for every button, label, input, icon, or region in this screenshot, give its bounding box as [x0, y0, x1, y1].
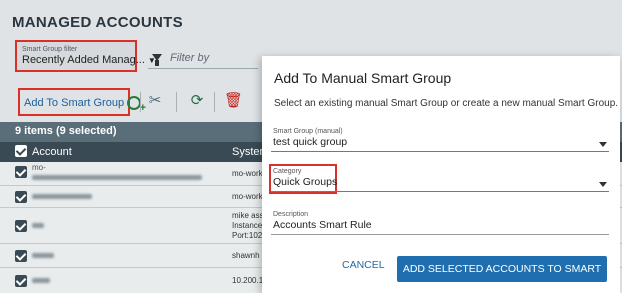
add-to-smart-group-label: Add To Smart Group: [24, 96, 125, 109]
description-value: Accounts Smart Rule: [273, 219, 372, 231]
account-text: mo-: [32, 163, 46, 172]
system-cell: mo-work: [232, 192, 263, 201]
redacted-text: [32, 253, 54, 259]
smart-group-filter[interactable]: Smart Group filter Recently Added Manag.…: [15, 40, 156, 72]
selection-summary: 9 items (9 selected): [0, 122, 260, 142]
smart-group-value: test quick group: [273, 136, 348, 148]
row-checkbox[interactable]: [15, 166, 27, 178]
system-cell: shawnh: [232, 251, 260, 260]
chevron-down-icon: [599, 182, 607, 187]
dialog-title: Add To Manual Smart Group: [274, 70, 452, 86]
smart-group-filter-value[interactable]: Recently Added Manag... ▼: [22, 54, 156, 66]
add-selected-accounts-button[interactable]: ADD SELECTED ACCOUNTS TO SMART GROUP: [397, 256, 607, 293]
redacted-text: [32, 194, 92, 200]
description-label: Description: [273, 211, 309, 218]
category-select[interactable]: Category Quick Groups: [271, 168, 609, 192]
account-cell: [32, 251, 54, 261]
system-cell: mo-work: [232, 169, 263, 178]
column-header-account[interactable]: Account: [32, 146, 72, 158]
system-text-instance: Instance: [232, 221, 263, 230]
sync-icon[interactable]: ⟳: [188, 92, 206, 110]
add-smart-group-icon: [127, 96, 146, 114]
toolbar-divider: [140, 92, 141, 112]
redacted-text: [32, 175, 202, 181]
chevron-down-icon: [599, 142, 607, 147]
redacted-text: [32, 278, 50, 284]
account-cell: mo-: [32, 163, 202, 183]
row-checkbox[interactable]: [15, 275, 27, 287]
toolbar-divider: [176, 92, 177, 112]
select-all-checkbox[interactable]: [15, 145, 27, 157]
account-cell: [32, 221, 44, 231]
system-cell: 10.200.1: [232, 276, 264, 285]
page-title: MANAGED ACCOUNTS: [12, 14, 183, 31]
redacted-text: [32, 223, 44, 229]
row-checkbox[interactable]: [15, 250, 27, 262]
toolbar-divider: [214, 92, 215, 112]
smart-group-select[interactable]: Smart Group (manual) test quick group: [271, 128, 609, 152]
category-label: Category: [273, 168, 302, 175]
description-field[interactable]: Description Accounts Smart Rule: [271, 211, 609, 235]
remove-from-group-icon[interactable]: ✂: [146, 92, 164, 110]
system-cell: mike ass Instance Port:102: [232, 211, 264, 241]
row-checkbox[interactable]: [15, 191, 27, 203]
trash-icon[interactable]: 🗑: [224, 92, 243, 110]
filter-by-input[interactable]: Filter by: [170, 52, 209, 64]
add-to-manual-smart-group-dialog: Add To Manual Smart Group Select an exis…: [262, 56, 620, 293]
add-to-smart-group-button[interactable]: Add To Smart Group: [18, 88, 146, 116]
filter-icon-stem: [155, 60, 159, 66]
row-checkbox[interactable]: [15, 220, 27, 232]
category-value: Quick Groups: [273, 176, 338, 188]
system-text-port: Port:102: [232, 231, 263, 240]
smart-group-filter-value-text: Recently Added Manag...: [22, 54, 145, 66]
filter-by-underline: [148, 68, 258, 69]
dialog-description: Select an existing manual Smart Group or…: [274, 98, 619, 109]
smart-group-label: Smart Group (manual): [273, 128, 343, 135]
smart-group-filter-label: Smart Group filter: [22, 46, 78, 53]
system-text: mike ass: [232, 211, 264, 220]
account-cell: [32, 276, 50, 286]
cancel-button[interactable]: CANCEL: [342, 259, 385, 271]
account-cell: [32, 192, 92, 202]
